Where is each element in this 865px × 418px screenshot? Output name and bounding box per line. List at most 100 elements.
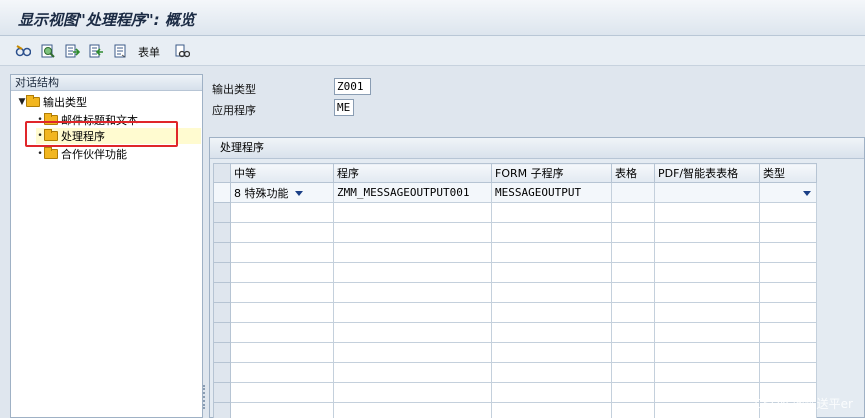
table-cell[interactable]: [759, 282, 817, 303]
table-cell[interactable]: [333, 362, 492, 383]
row-selector[interactable]: [213, 322, 231, 343]
export-icon[interactable]: [63, 42, 81, 60]
form-routine-cell[interactable]: MESSAGEOUTPUT: [491, 182, 612, 203]
table-cell[interactable]: [230, 242, 334, 263]
column-header-form[interactable]: 表格: [611, 163, 655, 183]
table-cell[interactable]: [611, 302, 655, 323]
table-cell[interactable]: [230, 202, 334, 223]
table-row[interactable]: [213, 202, 817, 223]
table-cell[interactable]: [333, 222, 492, 243]
row-selector[interactable]: [213, 382, 231, 403]
table-row[interactable]: [213, 362, 817, 383]
table-cell[interactable]: [230, 222, 334, 243]
column-header-medium[interactable]: 中等: [230, 163, 334, 183]
table-cell[interactable]: [230, 342, 334, 363]
tree-node-output-type[interactable]: ▼ 输出类型: [18, 94, 87, 110]
table-cell[interactable]: [491, 322, 612, 343]
table-cell[interactable]: [491, 402, 612, 418]
table-cell[interactable]: [759, 302, 817, 323]
dropdown-arrow-icon[interactable]: [294, 191, 303, 196]
table-cell[interactable]: [333, 382, 492, 403]
table-cell[interactable]: [611, 322, 655, 343]
table-cell[interactable]: [611, 282, 655, 303]
table-cell[interactable]: [333, 402, 492, 418]
table-cell[interactable]: [491, 202, 612, 223]
table-cell[interactable]: [333, 322, 492, 343]
table-cell[interactable]: [611, 342, 655, 363]
table-cell[interactable]: [759, 222, 817, 243]
table-cell[interactable]: [230, 322, 334, 343]
row-selector[interactable]: [213, 242, 231, 263]
column-header-form-routine[interactable]: FORM 子程序: [491, 163, 612, 183]
table-cell[interactable]: [230, 262, 334, 283]
table-cell[interactable]: [491, 302, 612, 323]
type-cell[interactable]: [759, 182, 817, 203]
table-cell[interactable]: [491, 282, 612, 303]
table-button[interactable]: 表单: [138, 44, 160, 60]
table-cell[interactable]: [230, 282, 334, 303]
find-icon[interactable]: [39, 42, 57, 60]
row-selector[interactable]: [213, 282, 231, 303]
settings-glasses-icon[interactable]: [173, 42, 191, 60]
row-selector[interactable]: [213, 262, 231, 283]
table-row[interactable]: 8 特殊功能 ZMM_MESSAGEOUTPUT001 MESSAGEOUTPU…: [213, 182, 817, 203]
table-cell[interactable]: [491, 382, 612, 403]
table-cell[interactable]: [611, 202, 655, 223]
column-header-type[interactable]: 类型: [759, 163, 817, 183]
form-cell[interactable]: [611, 182, 655, 203]
table-row[interactable]: [213, 322, 817, 343]
table-row[interactable]: [213, 242, 817, 263]
application-field[interactable]: ME: [334, 99, 354, 116]
table-cell[interactable]: [611, 402, 655, 418]
table-row[interactable]: [213, 382, 817, 403]
table-row[interactable]: [213, 282, 817, 303]
table-cell[interactable]: [230, 362, 334, 383]
expand-triangle-icon[interactable]: ▼: [18, 97, 26, 107]
table-cell[interactable]: [759, 242, 817, 263]
table-cell[interactable]: [333, 302, 492, 323]
output-type-field[interactable]: Z001: [334, 78, 371, 95]
table-cell[interactable]: [759, 262, 817, 283]
table-cell[interactable]: [654, 382, 760, 403]
row-selector[interactable]: [213, 402, 231, 418]
table-cell[interactable]: [654, 302, 760, 323]
table-row[interactable]: [213, 402, 817, 418]
table-cell[interactable]: [333, 242, 492, 263]
table-cell[interactable]: [333, 342, 492, 363]
row-selector[interactable]: [213, 222, 231, 243]
row-selector[interactable]: [213, 202, 231, 223]
table-cell[interactable]: [230, 302, 334, 323]
tree-node-partner-functions[interactable]: • 合作伙伴功能: [36, 146, 127, 162]
row-selector[interactable]: [213, 302, 231, 323]
document-icon[interactable]: [111, 42, 129, 60]
table-cell[interactable]: [654, 262, 760, 283]
column-header-pdf-form[interactable]: PDF/智能表表格: [654, 163, 760, 183]
table-cell[interactable]: [654, 342, 760, 363]
table-cell[interactable]: [491, 342, 612, 363]
table-cell[interactable]: [759, 342, 817, 363]
pdf-form-cell[interactable]: [654, 182, 760, 203]
table-cell[interactable]: [654, 242, 760, 263]
table-cell[interactable]: [491, 362, 612, 383]
table-cell[interactable]: [654, 362, 760, 383]
table-cell[interactable]: [611, 222, 655, 243]
row-selector[interactable]: [213, 342, 231, 363]
program-cell[interactable]: ZMM_MESSAGEOUTPUT001: [333, 182, 492, 203]
table-cell[interactable]: [654, 282, 760, 303]
row-selector[interactable]: [213, 362, 231, 383]
table-cell[interactable]: [491, 222, 612, 243]
column-header-program[interactable]: 程序: [333, 163, 492, 183]
table-cell[interactable]: [611, 382, 655, 403]
row-selector[interactable]: [213, 182, 231, 203]
table-cell[interactable]: [759, 322, 817, 343]
table-cell[interactable]: [611, 262, 655, 283]
table-cell[interactable]: [491, 242, 612, 263]
table-cell[interactable]: [654, 402, 760, 418]
table-row[interactable]: [213, 222, 817, 243]
table-cell[interactable]: [333, 202, 492, 223]
table-row[interactable]: [213, 302, 817, 323]
table-cell[interactable]: [759, 362, 817, 383]
glasses-edit-icon[interactable]: [14, 42, 32, 60]
table-cell[interactable]: [654, 202, 760, 223]
table-row[interactable]: [213, 262, 817, 283]
